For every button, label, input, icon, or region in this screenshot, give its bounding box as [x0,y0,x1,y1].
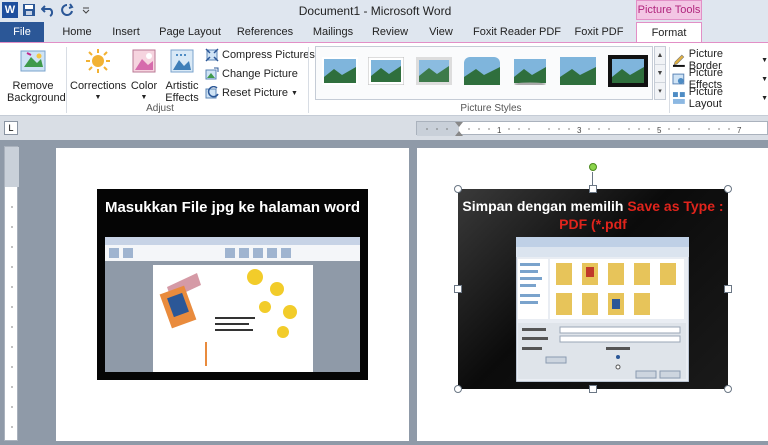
picture-layout-icon [672,92,685,104]
reset-dropdown-icon: ▼ [291,89,298,97]
resize-handle-bottom[interactable] [589,385,597,393]
save-icon[interactable] [21,2,37,18]
resize-handle-left[interactable] [454,285,462,293]
vertical-ruler[interactable] [4,146,19,441]
adjust-group-label: Adjust [146,103,174,114]
tab-references[interactable]: References [234,22,296,42]
picture-border-pencil-icon [672,54,685,67]
picture-style-thumbnail[interactable] [560,57,596,85]
gallery-scroll-up-icon[interactable]: ▲ [655,47,665,65]
resize-handle-top-right[interactable] [724,185,732,193]
inserted-picture-2-selected[interactable]: Simpan dengan memilih Save as Type : PDF… [458,189,728,389]
rotation-handle-stem [592,172,593,186]
ribbon-separator [308,47,309,113]
picture-layout-label: Picture Layout [688,86,724,110]
picture-layout-dropdown-icon: ▼ [761,94,768,102]
ribbon-tab-bar: File Home Insert Page Layout References … [0,22,768,43]
reset-picture-icon [205,86,219,99]
reset-picture-label: Reset Picture [222,87,289,99]
compress-pictures-icon [205,48,219,62]
change-picture-label: Change Picture [222,68,298,80]
corrections-sun-icon [70,47,126,78]
tab-page-layout[interactable]: Page Layout [158,22,222,42]
ruler-bar: L 1 3 5 7 [0,116,768,140]
ribbon-format: Remove Background Corrections ▼ Color ▼ … [0,42,768,116]
redo-icon[interactable] [59,2,75,18]
rotation-handle[interactable] [589,163,597,171]
picture-styles-group-label: Picture Styles [460,103,522,114]
picture-style-thumbnail[interactable] [416,57,452,85]
word-screenshot-image [105,237,360,372]
gallery-more-icon[interactable]: ▾ [655,83,665,101]
remove-background-button[interactable]: Remove Background [2,47,66,104]
styles-gallery-scroll[interactable]: ▲ ▼ ▾ [654,46,666,100]
picture-style-thumbnail-selected[interactable] [608,55,648,87]
reset-picture-button[interactable]: Reset Picture ▼ [205,86,298,100]
corrections-button[interactable]: Corrections ▼ [70,47,126,104]
svg-text:7: 7 [737,126,742,135]
picture-style-thumbnail[interactable] [368,57,404,85]
picture-tools-context-label: Picture Tools [636,0,702,20]
picture-style-thumbnail[interactable] [512,57,548,85]
picture-layout-button[interactable]: Picture Layout ▼ [672,86,768,110]
gallery-scroll-down-icon[interactable]: ▼ [655,65,665,83]
word-logo-icon[interactable]: W [2,2,18,18]
horizontal-ruler[interactable]: 1 3 5 7 [416,121,768,136]
inserted-picture-1[interactable]: Masukkan File jpg ke halaman word [97,189,368,380]
undo-icon[interactable] [40,2,56,18]
picture-effects-dropdown-icon: ▼ [761,75,768,83]
tab-format[interactable]: Format [636,22,702,43]
resize-handle-top-left[interactable] [454,185,462,193]
resize-handle-top[interactable] [589,185,597,193]
picture-style-thumbnail[interactable] [322,57,358,85]
quick-access-toolbar: W [2,2,94,18]
caption-white-part: Simpan dengan memilih [462,198,628,214]
artistic-effects-button[interactable]: Artistic Effects [162,47,202,104]
compress-pictures-button[interactable]: Compress Pictures [205,48,315,62]
customize-qat-icon[interactable] [78,2,94,18]
tab-insert[interactable]: Insert [106,22,146,42]
tab-selector-icon[interactable]: L [4,121,18,135]
tab-home[interactable]: Home [58,22,96,42]
resize-handle-bottom-left[interactable] [454,385,462,393]
tab-file[interactable]: File [0,22,44,42]
picture-2-caption: Simpan dengan memilih Save as Type : PDF… [458,197,728,233]
change-picture-button[interactable]: Change Picture [205,67,298,81]
window-title: Document1 - Microsoft Word [298,4,452,18]
color-palette-icon [128,47,160,78]
picture-effects-icon [672,73,685,85]
picture-styles-gallery [315,46,653,100]
tab-view[interactable]: View [424,22,458,42]
tab-review[interactable]: Review [370,22,410,42]
svg-text:1: 1 [497,126,502,135]
artistic-effects-label: Artistic Effects [165,80,199,104]
tab-foxit-reader-pdf[interactable]: Foxit Reader PDF [472,22,562,42]
remove-background-icon [2,47,64,78]
color-label: Color [130,80,158,92]
picture-1-caption: Masukkan File jpg ke halaman word [104,199,361,216]
tab-foxit-pdf[interactable]: Foxit PDF [574,22,624,42]
ribbon-separator [669,47,670,113]
resize-handle-bottom-right[interactable] [724,385,732,393]
title-bar: W Document1 - Microsoft Word Picture Too… [0,0,768,22]
tab-mailings[interactable]: Mailings [308,22,358,42]
picture-border-dropdown-icon: ▼ [761,56,768,64]
color-button[interactable]: Color ▼ [128,47,160,104]
compress-pictures-label: Compress Pictures [222,49,315,61]
svg-text:5: 5 [657,126,662,135]
svg-text:3: 3 [577,126,582,135]
picture-style-thumbnail[interactable] [464,57,500,85]
save-as-dialog-image [516,237,689,382]
change-picture-icon [205,67,219,80]
artistic-effects-icon [162,47,202,78]
remove-background-label: Remove Background [7,80,66,104]
corrections-label: Corrections [70,80,127,92]
resize-handle-right[interactable] [724,285,732,293]
